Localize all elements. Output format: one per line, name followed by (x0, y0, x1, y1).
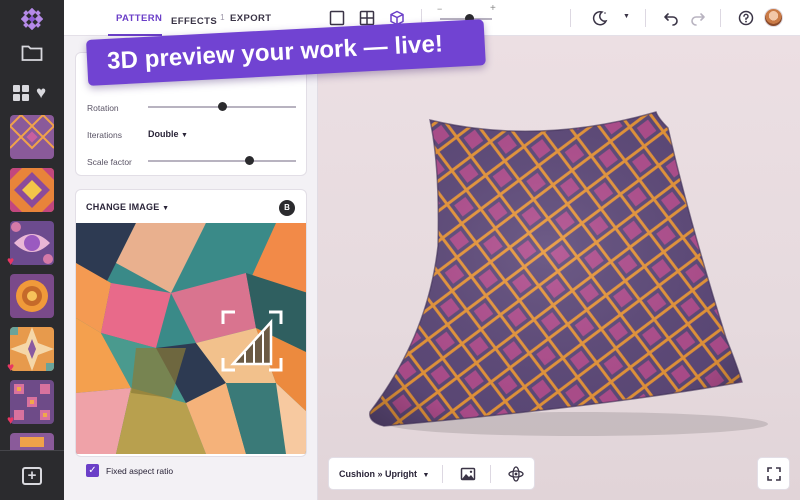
pattern-thumbnail[interactable]: ♥ (0, 327, 64, 373)
folder-icon[interactable] (21, 44, 43, 62)
tab-effects-label: EFFECTS (171, 16, 218, 28)
favorite-heart-icon[interactable]: ♥ (7, 361, 14, 373)
rotation-slider-handle[interactable] (218, 102, 227, 111)
thumbnail-image (10, 380, 54, 424)
fullscreen-icon (767, 467, 781, 481)
single-view-icon[interactable] (329, 10, 345, 26)
heart-icon[interactable]: ♥ (36, 84, 46, 102)
pattern-thumbnail[interactable]: ♥ (0, 221, 64, 267)
change-image-label: CHANGE IMAGE (86, 202, 160, 212)
pattern-thumbnail[interactable] (0, 115, 64, 159)
fixed-aspect-ratio-label: Fixed aspect ratio (106, 466, 174, 476)
zoom-in-button[interactable]: + (490, 3, 496, 14)
chevron-down-icon: ▼ (162, 205, 170, 212)
undo-icon[interactable] (663, 10, 679, 26)
scale-factor-slider[interactable] (148, 156, 296, 165)
chevron-down-icon[interactable]: ▼ (623, 13, 630, 20)
thumbnail-image (10, 115, 54, 159)
left-rail: ♥ ♥ ♥ ♥ + (0, 0, 64, 500)
pattern-thumbnail[interactable] (0, 168, 64, 212)
fullscreen-button[interactable] (757, 457, 790, 490)
toolbar-separator (570, 9, 571, 27)
toolbar-separator (720, 9, 721, 27)
3d-viewport[interactable] (318, 36, 800, 500)
chevron-down-icon: ▼ (181, 132, 188, 139)
change-image-dropdown[interactable]: CHANGE IMAGE ▼ (86, 202, 169, 212)
pattern-thumbnail[interactable] (0, 274, 64, 318)
thumbnail-image (10, 221, 54, 265)
thumbnail-image (10, 274, 54, 318)
scale-factor-label: Scale factor (87, 157, 132, 167)
tab-effects-count: 1 (220, 13, 225, 22)
viewport-bottom-bar: Cushion » Upright ▼ (328, 457, 535, 490)
tab-export[interactable]: EXPORT (230, 13, 271, 24)
scale-factor-slider-handle[interactable] (244, 156, 254, 165)
tab-effects[interactable]: EFFECTS 1 (171, 13, 225, 27)
logo-icon[interactable] (21, 8, 43, 30)
rotation-label: Rotation (87, 103, 119, 113)
add-icon[interactable]: + (22, 467, 42, 485)
source-image-card: CHANGE IMAGE ▼ B (75, 189, 307, 457)
iterations-label: Iterations (87, 130, 122, 140)
model-select-dropdown[interactable]: Cushion » Upright ▼ (339, 469, 429, 479)
promo-banner-text: 3D preview your work — live! (106, 30, 444, 75)
chevron-down-icon: ▼ (422, 472, 430, 479)
tab-pattern[interactable]: PATTERN (116, 13, 162, 24)
zoom-out-button[interactable]: − (437, 4, 442, 14)
toolbar-separator (490, 465, 491, 483)
orbit-icon[interactable] (508, 466, 524, 482)
quad-view-icon[interactable] (359, 10, 375, 26)
grid-icon[interactable] (13, 85, 29, 101)
iterations-dropdown[interactable]: Double ▼ (148, 129, 188, 139)
rotation-slider[interactable] (148, 102, 296, 111)
favorite-heart-icon[interactable]: ♥ (7, 414, 14, 426)
help-icon[interactable] (738, 10, 754, 26)
thumbnail-image (10, 168, 54, 212)
iterations-value: Double (148, 129, 179, 139)
model-select-value: Cushion » Upright (339, 469, 417, 479)
image-icon[interactable] (460, 466, 476, 482)
image-badge[interactable]: B (279, 200, 295, 216)
toolbar-separator (645, 9, 646, 27)
redo-icon[interactable] (690, 10, 706, 26)
theme-icon[interactable] (592, 10, 608, 26)
toolbar-separator (442, 465, 443, 483)
fixed-aspect-ratio-checkbox[interactable]: ✓ (86, 464, 99, 477)
cushion-3d-model[interactable] (358, 106, 778, 466)
pattern-thumbnail[interactable]: ♥ (0, 380, 64, 426)
favorite-heart-icon[interactable]: ♥ (7, 255, 14, 267)
pattern-thumbnail[interactable] (0, 433, 64, 450)
thumbnail-image (10, 433, 54, 450)
avatar[interactable] (764, 8, 783, 27)
crop-icon[interactable] (221, 310, 283, 372)
thumbnail-image (10, 327, 54, 371)
